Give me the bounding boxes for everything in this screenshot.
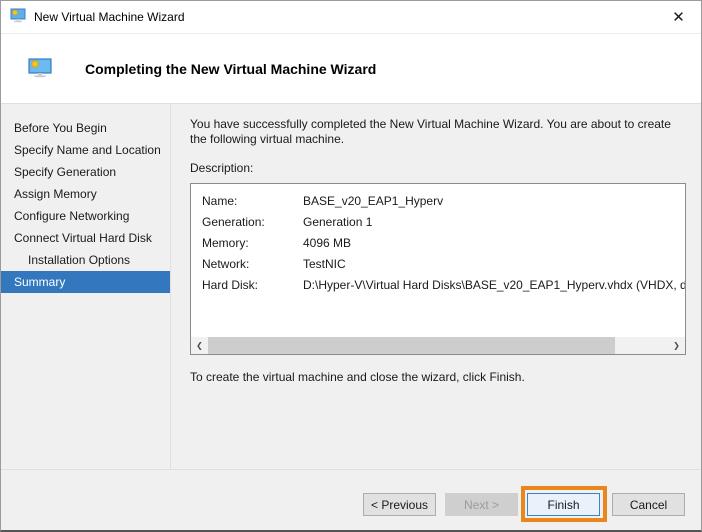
app-monitor-icon [10,7,26,28]
summary-row-value: Generation 1 [303,215,373,229]
summary-row-generation: Generation: Generation 1 [202,212,685,233]
wizard-window: New Virtual Machine Wizard ✕ Completing … [0,0,702,532]
summary-row-value: 4096 MB [303,236,352,250]
summary-row-memory: Memory: 4096 MB [202,233,685,254]
vm-summary-rows: Name: BASE_v20_EAP1_Hyperv Generation: G… [191,184,685,296]
sidebar-item-specify-name-and-location: Specify Name and Location [14,143,161,157]
summary-row-value: TestNIC [303,257,346,271]
intro-text: You have successfully completed the New … [190,117,671,146]
summary-row-label: Hard Disk: [202,278,259,292]
summary-page-content: You have successfully completed the New … [171,104,701,469]
summary-row-label: Generation: [202,215,265,229]
scroll-left-icon[interactable]: ❮ [191,337,208,354]
sidebar-item-summary: Summary [1,271,170,293]
sidebar-item-before-you-begin: Before You Begin [14,121,107,135]
summary-row-label: Network: [202,257,250,271]
summary-row-hard-disk: Hard Disk: D:\Hyper-V\Virtual Hard Disks… [202,275,685,296]
sidebar-item-assign-memory: Assign Memory [14,187,97,201]
sidebar-item-installation-options: Installation Options [28,253,131,267]
summary-row-value: BASE_v20_EAP1_Hyperv [303,194,444,208]
cancel-button[interactable]: Cancel [612,493,685,516]
wizard-body: Before You Begin Specify Name and Locati… [1,104,701,469]
summary-row-value: D:\Hyper-V\Virtual Hard Disks\BASE_v20_E… [303,278,685,292]
vm-summary-box: Name: BASE_v20_EAP1_Hyperv Generation: G… [190,183,686,355]
summary-row-label: Name: [202,194,238,208]
description-label: Description: [190,161,254,175]
previous-button[interactable]: < Previous [363,493,436,516]
wizard-header: Completing the New Virtual Machine Wizar… [1,34,701,104]
finish-button-wrapper: Finish [521,486,607,522]
sidebar-item-connect-virtual-hard-disk: Connect Virtual Hard Disk [14,231,152,245]
finish-instruction-text: To create the virtual machine and close … [190,370,525,384]
close-icon[interactable]: ✕ [656,1,701,33]
summary-row-network: Network: TestNIC [202,254,685,275]
title-bar: New Virtual Machine Wizard ✕ [1,1,701,34]
button-bar: < Previous Next > Finish Cancel [1,469,701,530]
wizard-monitor-icon [28,57,52,83]
sidebar-item-configure-networking: Configure Networking [14,209,130,223]
finish-button[interactable]: Finish [527,493,600,516]
scrollbar-thumb[interactable] [208,337,615,354]
window-title: New Virtual Machine Wizard [34,10,185,24]
summary-row-name: Name: BASE_v20_EAP1_Hyperv [202,191,685,212]
horizontal-scrollbar[interactable]: ❮ ❯ [191,337,685,354]
next-button: Next > [445,493,518,516]
page-title: Completing the New Virtual Machine Wizar… [85,61,377,77]
sidebar-item-specify-generation: Specify Generation [14,165,117,179]
wizard-steps-sidebar: Before You Begin Specify Name and Locati… [1,104,171,469]
scroll-right-icon[interactable]: ❯ [668,337,685,354]
summary-row-label: Memory: [202,236,249,250]
